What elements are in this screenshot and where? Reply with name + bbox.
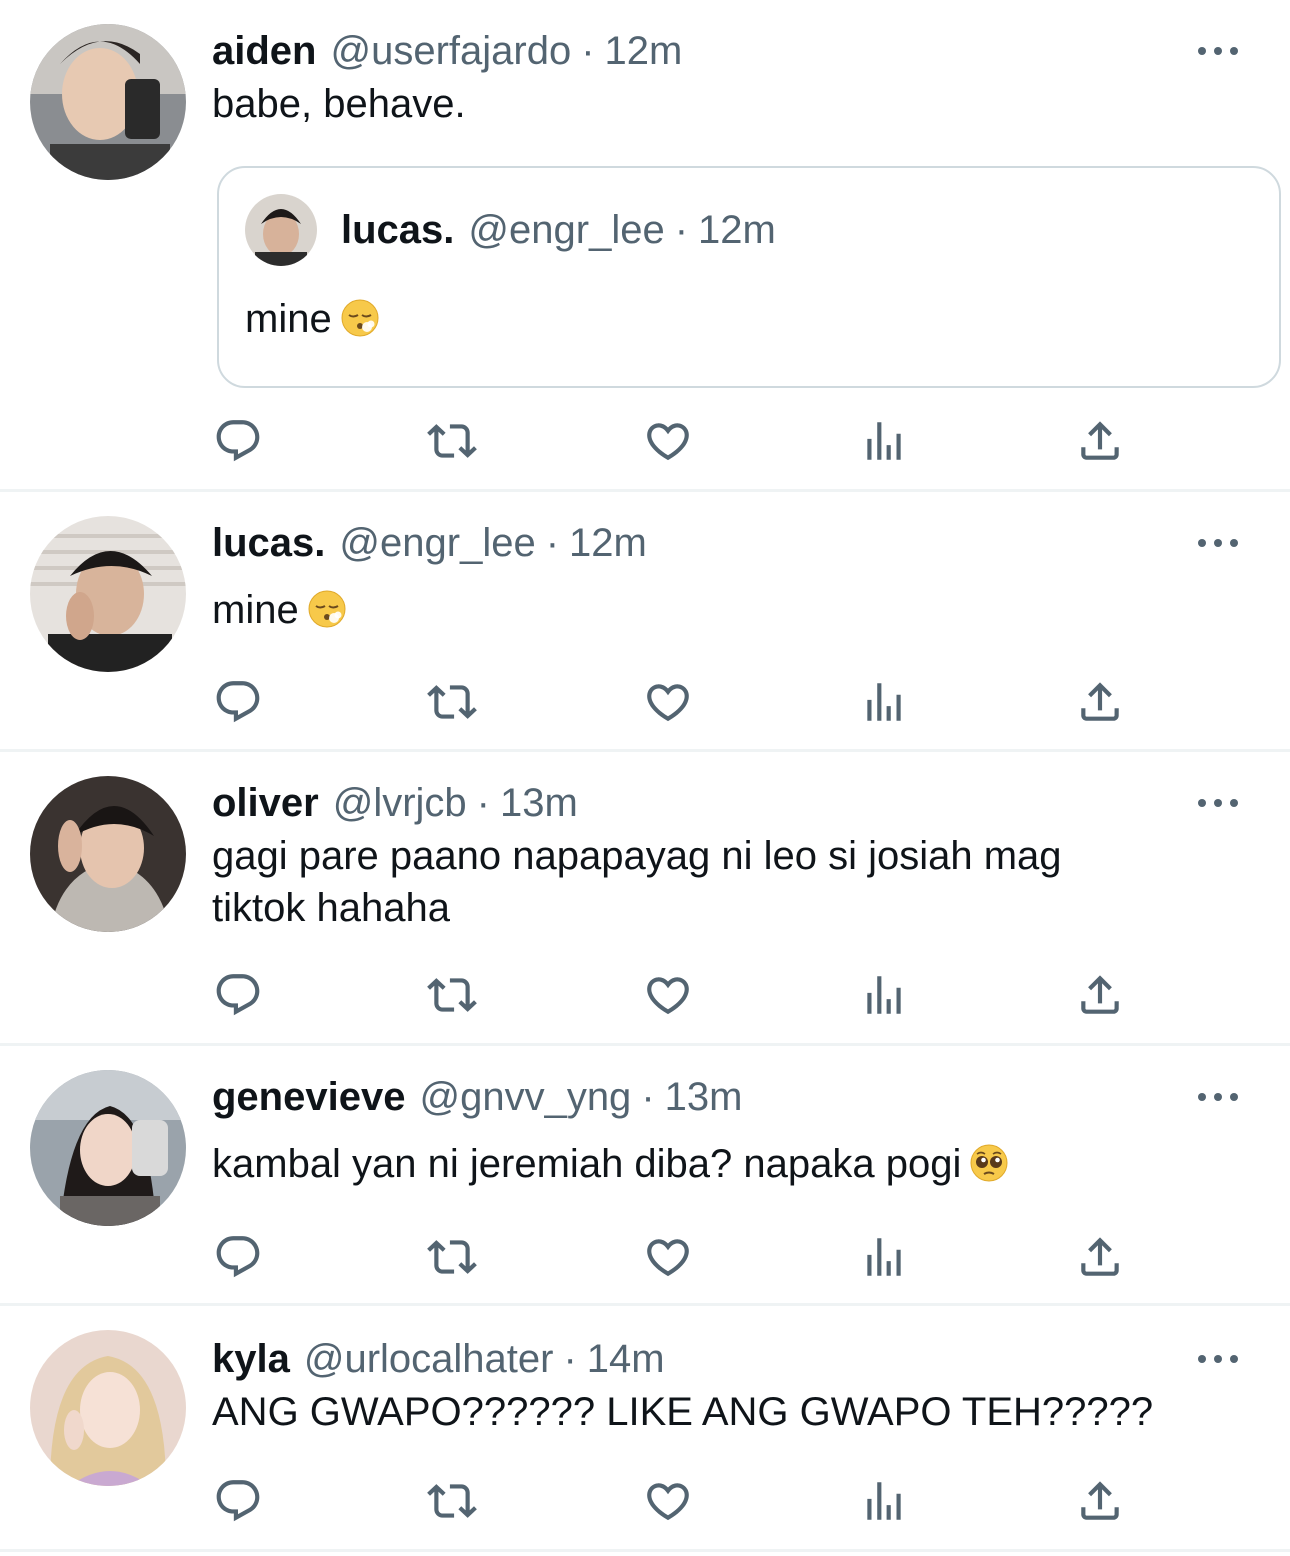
quoted-display-name: lucas. — [341, 208, 455, 252]
tweet[interactable]: lucas. @engr_lee · 12m mine — [0, 492, 1290, 750]
share-icon[interactable] — [1074, 1476, 1126, 1526]
retweet-icon[interactable] — [426, 1476, 478, 1526]
separator-dot: · — [641, 1075, 655, 1119]
avatar[interactable] — [30, 1330, 186, 1486]
views-icon[interactable] — [858, 970, 910, 1020]
separator-dot: · — [476, 781, 490, 825]
share-icon[interactable] — [1074, 970, 1126, 1020]
quoted-timestamp: 12m — [698, 208, 776, 252]
like-icon[interactable] — [642, 416, 694, 466]
tweet-header: kyla @urlocalhater · 14m — [212, 1334, 665, 1384]
tweet-text: babe, behave. — [212, 82, 466, 126]
more-options-icon[interactable] — [1198, 533, 1238, 553]
avatar[interactable] — [30, 1070, 186, 1226]
share-icon[interactable] — [1074, 416, 1126, 466]
like-icon[interactable] — [642, 1476, 694, 1526]
timestamp[interactable]: 12m — [605, 26, 683, 76]
retweet-icon[interactable] — [426, 970, 478, 1020]
separator-dot: · — [563, 1337, 577, 1381]
reply-icon[interactable] — [212, 1476, 264, 1526]
avatar[interactable] — [30, 24, 186, 180]
tweet-header: genevieve @gnvv_yng · 13m — [212, 1072, 742, 1122]
like-icon[interactable] — [642, 1232, 694, 1282]
display-name[interactable]: oliver — [212, 778, 319, 828]
tweet[interactable]: genevieve @gnvv_yng · 13m kambal yan ni … — [0, 1046, 1290, 1304]
quoted-avatar — [245, 194, 317, 266]
pleading-face-emoji — [969, 1143, 1009, 1183]
tweet-text: kambal yan ni jeremiah diba? napaka pogi — [212, 1142, 962, 1186]
retweet-icon[interactable] — [426, 416, 478, 466]
action-bar — [212, 1476, 1172, 1526]
more-options-icon[interactable] — [1198, 41, 1238, 61]
tweet[interactable]: aiden @userfajardo · 12m babe, behave. l… — [0, 0, 1290, 490]
views-icon[interactable] — [858, 416, 910, 466]
tweet-text: mine — [212, 588, 299, 632]
quoted-user-handle: @engr_lee — [468, 208, 665, 252]
separator-dot: · — [545, 521, 560, 565]
more-options-icon[interactable] — [1198, 1087, 1238, 1107]
tweet[interactable]: kyla @urlocalhater · 14m ANG GWAPO??????… — [0, 1306, 1290, 1550]
tweet-header: oliver @lvrjcb · 13m — [212, 778, 578, 828]
user-handle[interactable]: @engr_lee — [339, 518, 535, 568]
timestamp[interactable]: 14m — [587, 1334, 665, 1384]
share-icon[interactable] — [1074, 1232, 1126, 1282]
quoted-header: lucas. @engr_lee · 12m — [341, 205, 776, 255]
tweet-text-row: mine — [212, 584, 1242, 636]
user-handle[interactable]: @gnvv_yng — [419, 1072, 631, 1122]
like-icon[interactable] — [642, 970, 694, 1020]
timestamp[interactable]: 12m — [569, 518, 647, 568]
user-handle[interactable]: @userfajardo — [330, 26, 571, 76]
display-name[interactable]: kyla — [212, 1334, 290, 1384]
reply-icon[interactable] — [212, 970, 264, 1020]
display-name[interactable]: lucas. — [212, 518, 325, 568]
user-handle[interactable]: @urlocalhater — [304, 1334, 554, 1384]
separator-dot: · — [581, 29, 595, 73]
quoted-text-row: mine — [245, 293, 380, 345]
tweet-text: ANG GWAPO?????? LIKE ANG GWAPO TEH????? — [212, 1390, 1154, 1434]
views-icon[interactable] — [858, 1476, 910, 1526]
share-icon[interactable] — [1074, 677, 1126, 727]
quoted-tweet[interactable]: lucas. @engr_lee · 12m mine — [217, 166, 1281, 388]
display-name[interactable]: genevieve — [212, 1072, 405, 1122]
avatar[interactable] — [30, 776, 186, 932]
timestamp[interactable]: 13m — [665, 1072, 743, 1122]
face-exhaling-emoji — [340, 298, 380, 338]
like-icon[interactable] — [642, 677, 694, 727]
action-bar — [212, 1232, 1172, 1282]
action-bar — [212, 677, 1172, 727]
tweet[interactable]: oliver @lvrjcb · 13m gagi pare paano nap… — [0, 752, 1290, 1044]
reply-icon[interactable] — [212, 677, 264, 727]
user-handle[interactable]: @lvrjcb — [333, 778, 467, 828]
display-name[interactable]: aiden — [212, 26, 316, 76]
more-options-icon[interactable] — [1198, 793, 1238, 813]
quoted-text: mine — [245, 297, 332, 341]
views-icon[interactable] — [858, 1232, 910, 1282]
separator-dot: · — [674, 208, 689, 252]
views-icon[interactable] — [858, 677, 910, 727]
timestamp[interactable]: 13m — [500, 778, 578, 828]
tweet-text-line: gagi pare paano napapayag ni leo si josi… — [212, 834, 1062, 878]
divider — [0, 1549, 1290, 1552]
tweet-text-line: tiktok hahaha — [212, 886, 450, 930]
retweet-icon[interactable] — [426, 1232, 478, 1282]
action-bar — [212, 416, 1172, 466]
more-options-icon[interactable] — [1198, 1349, 1238, 1369]
avatar[interactable] — [30, 516, 186, 672]
reply-icon[interactable] — [212, 1232, 264, 1282]
retweet-icon[interactable] — [426, 677, 478, 727]
tweet-header: aiden @userfajardo · 12m — [212, 26, 682, 76]
tweet-text-row: kambal yan ni jeremiah diba? napaka pogi — [212, 1138, 1242, 1190]
tweet-header: lucas. @engr_lee · 12m — [212, 518, 647, 568]
face-exhaling-emoji — [307, 589, 347, 629]
reply-icon[interactable] — [212, 416, 264, 466]
action-bar — [212, 970, 1172, 1020]
